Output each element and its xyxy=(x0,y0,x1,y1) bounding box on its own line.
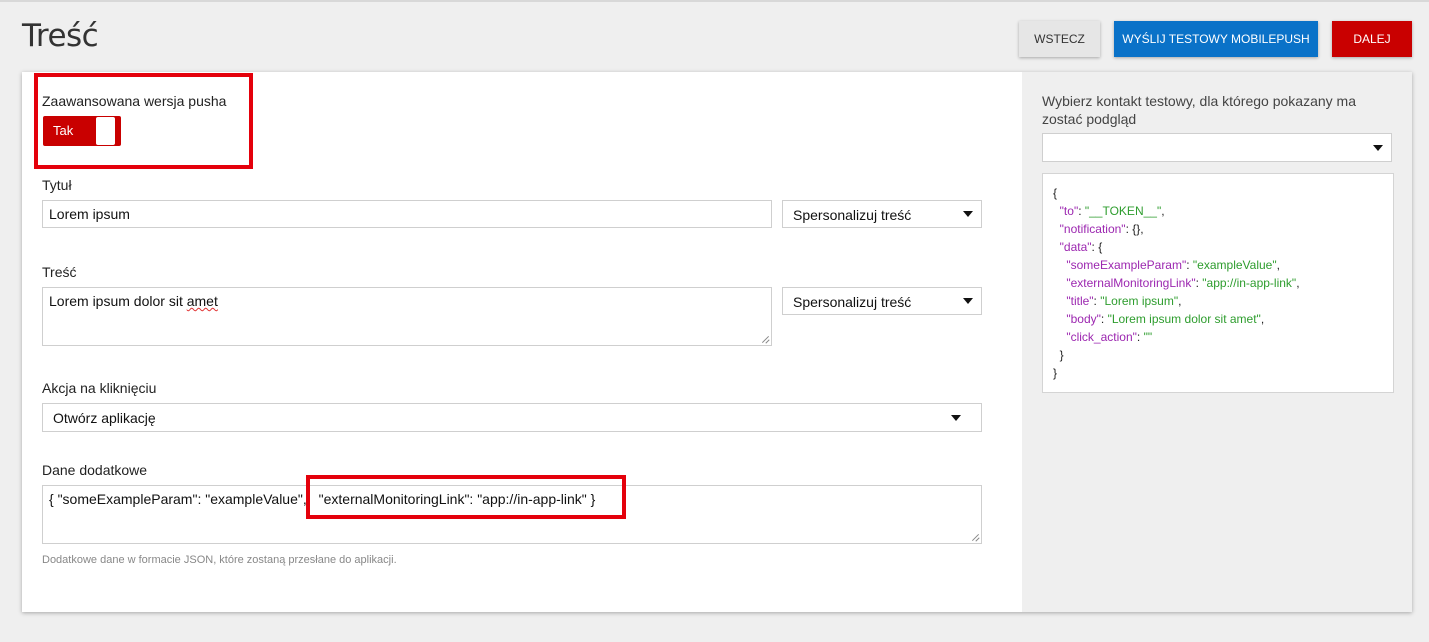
top-divider xyxy=(0,0,1429,2)
json-line: "externalMonitoringLink": "app://in-app-… xyxy=(1066,276,1300,290)
title-input-value: Lorem ipsum xyxy=(49,206,130,222)
action-label: Akcja na kliknięciu xyxy=(42,380,157,396)
back-button[interactable]: WSTECZ xyxy=(1019,21,1100,57)
body-label: Treść xyxy=(42,264,77,280)
json-line: "body": "Lorem ipsum dolor sit amet", xyxy=(1066,312,1265,326)
resize-handle-icon[interactable] xyxy=(971,533,979,541)
caret-down-icon xyxy=(1373,144,1383,151)
page-title: Treść xyxy=(22,18,99,54)
content-card: Zaawansowana wersja pusha Tak Tytuł Lore… xyxy=(22,72,1412,612)
select-value: Spersonalizuj treść xyxy=(793,207,912,223)
title-personalize-select[interactable]: Spersonalizuj treść xyxy=(782,200,982,228)
json-line: { xyxy=(1053,186,1058,200)
test-contact-label: Wybierz kontakt testowy, dla którego pok… xyxy=(1042,93,1356,127)
title-input[interactable]: Lorem ipsum xyxy=(42,200,772,228)
preview-panel: Wybierz kontakt testowy, dla którego pok… xyxy=(1022,72,1412,612)
extra-data-text: { "someExampleParam": "exampleValue", xyxy=(49,491,307,507)
caret-down-icon xyxy=(963,298,973,304)
json-preview: { "to": "__TOKEN__", "notification": {},… xyxy=(1042,173,1394,393)
body-personalize-select[interactable]: Spersonalizuj treść xyxy=(782,287,982,315)
click-action-select[interactable]: Otwórz aplikację xyxy=(42,403,982,432)
test-contact-select[interactable] xyxy=(1042,133,1392,162)
select-value: Otwórz aplikację xyxy=(53,410,156,426)
next-button[interactable]: DALEJ xyxy=(1332,21,1412,57)
json-line: "click_action": "" xyxy=(1066,330,1153,344)
json-line: "title": "Lorem ipsum", xyxy=(1066,294,1182,308)
select-value: Spersonalizuj treść xyxy=(793,294,912,310)
extra-data-hint: Dodatkowe dane w formacie JSON, które zo… xyxy=(42,554,397,566)
caret-down-icon xyxy=(951,414,961,421)
json-line: "someExampleParam": "exampleValue", xyxy=(1066,258,1280,272)
json-line: "notification": {}, xyxy=(1059,222,1144,236)
caret-down-icon xyxy=(963,211,973,217)
resize-handle-icon[interactable] xyxy=(761,335,769,343)
body-text: Lorem ipsum dolor sit xyxy=(49,293,187,309)
json-line: "to": "__TOKEN__", xyxy=(1059,204,1165,218)
json-line: "data": { xyxy=(1059,240,1103,254)
body-text-misspelled: amet xyxy=(186,293,218,309)
json-line: } xyxy=(1053,366,1058,380)
extra-data-label: Dane dodatkowe xyxy=(42,462,148,478)
title-label: Tytuł xyxy=(42,177,72,193)
highlight-box-link xyxy=(306,475,626,519)
json-line: } xyxy=(1059,348,1064,362)
body-textarea[interactable]: Lorem ipsum dolor sit amet xyxy=(42,287,772,346)
send-test-push-button[interactable]: WYŚLIJ TESTOWY MOBILEPUSH xyxy=(1114,21,1318,57)
highlight-box-toggle xyxy=(34,73,253,169)
